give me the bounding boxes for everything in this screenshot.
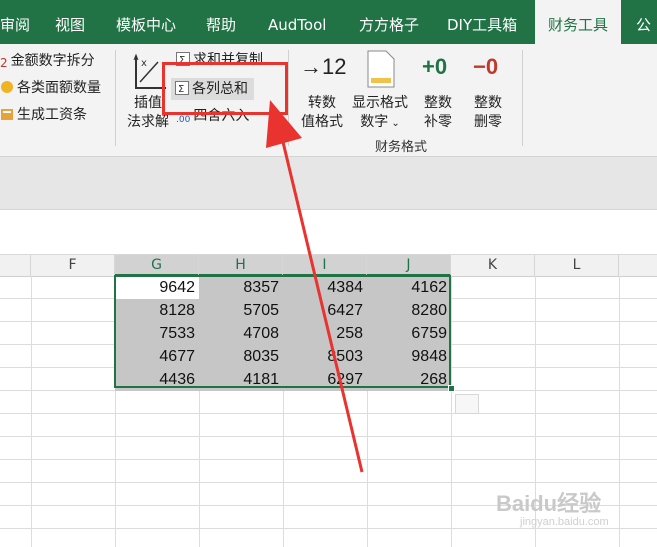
watermark-logo: Baidu经验 — [496, 491, 602, 516]
watermark-url: jingyan.baidu.com — [520, 516, 609, 528]
annotation-arrow-icon — [266, 100, 364, 473]
